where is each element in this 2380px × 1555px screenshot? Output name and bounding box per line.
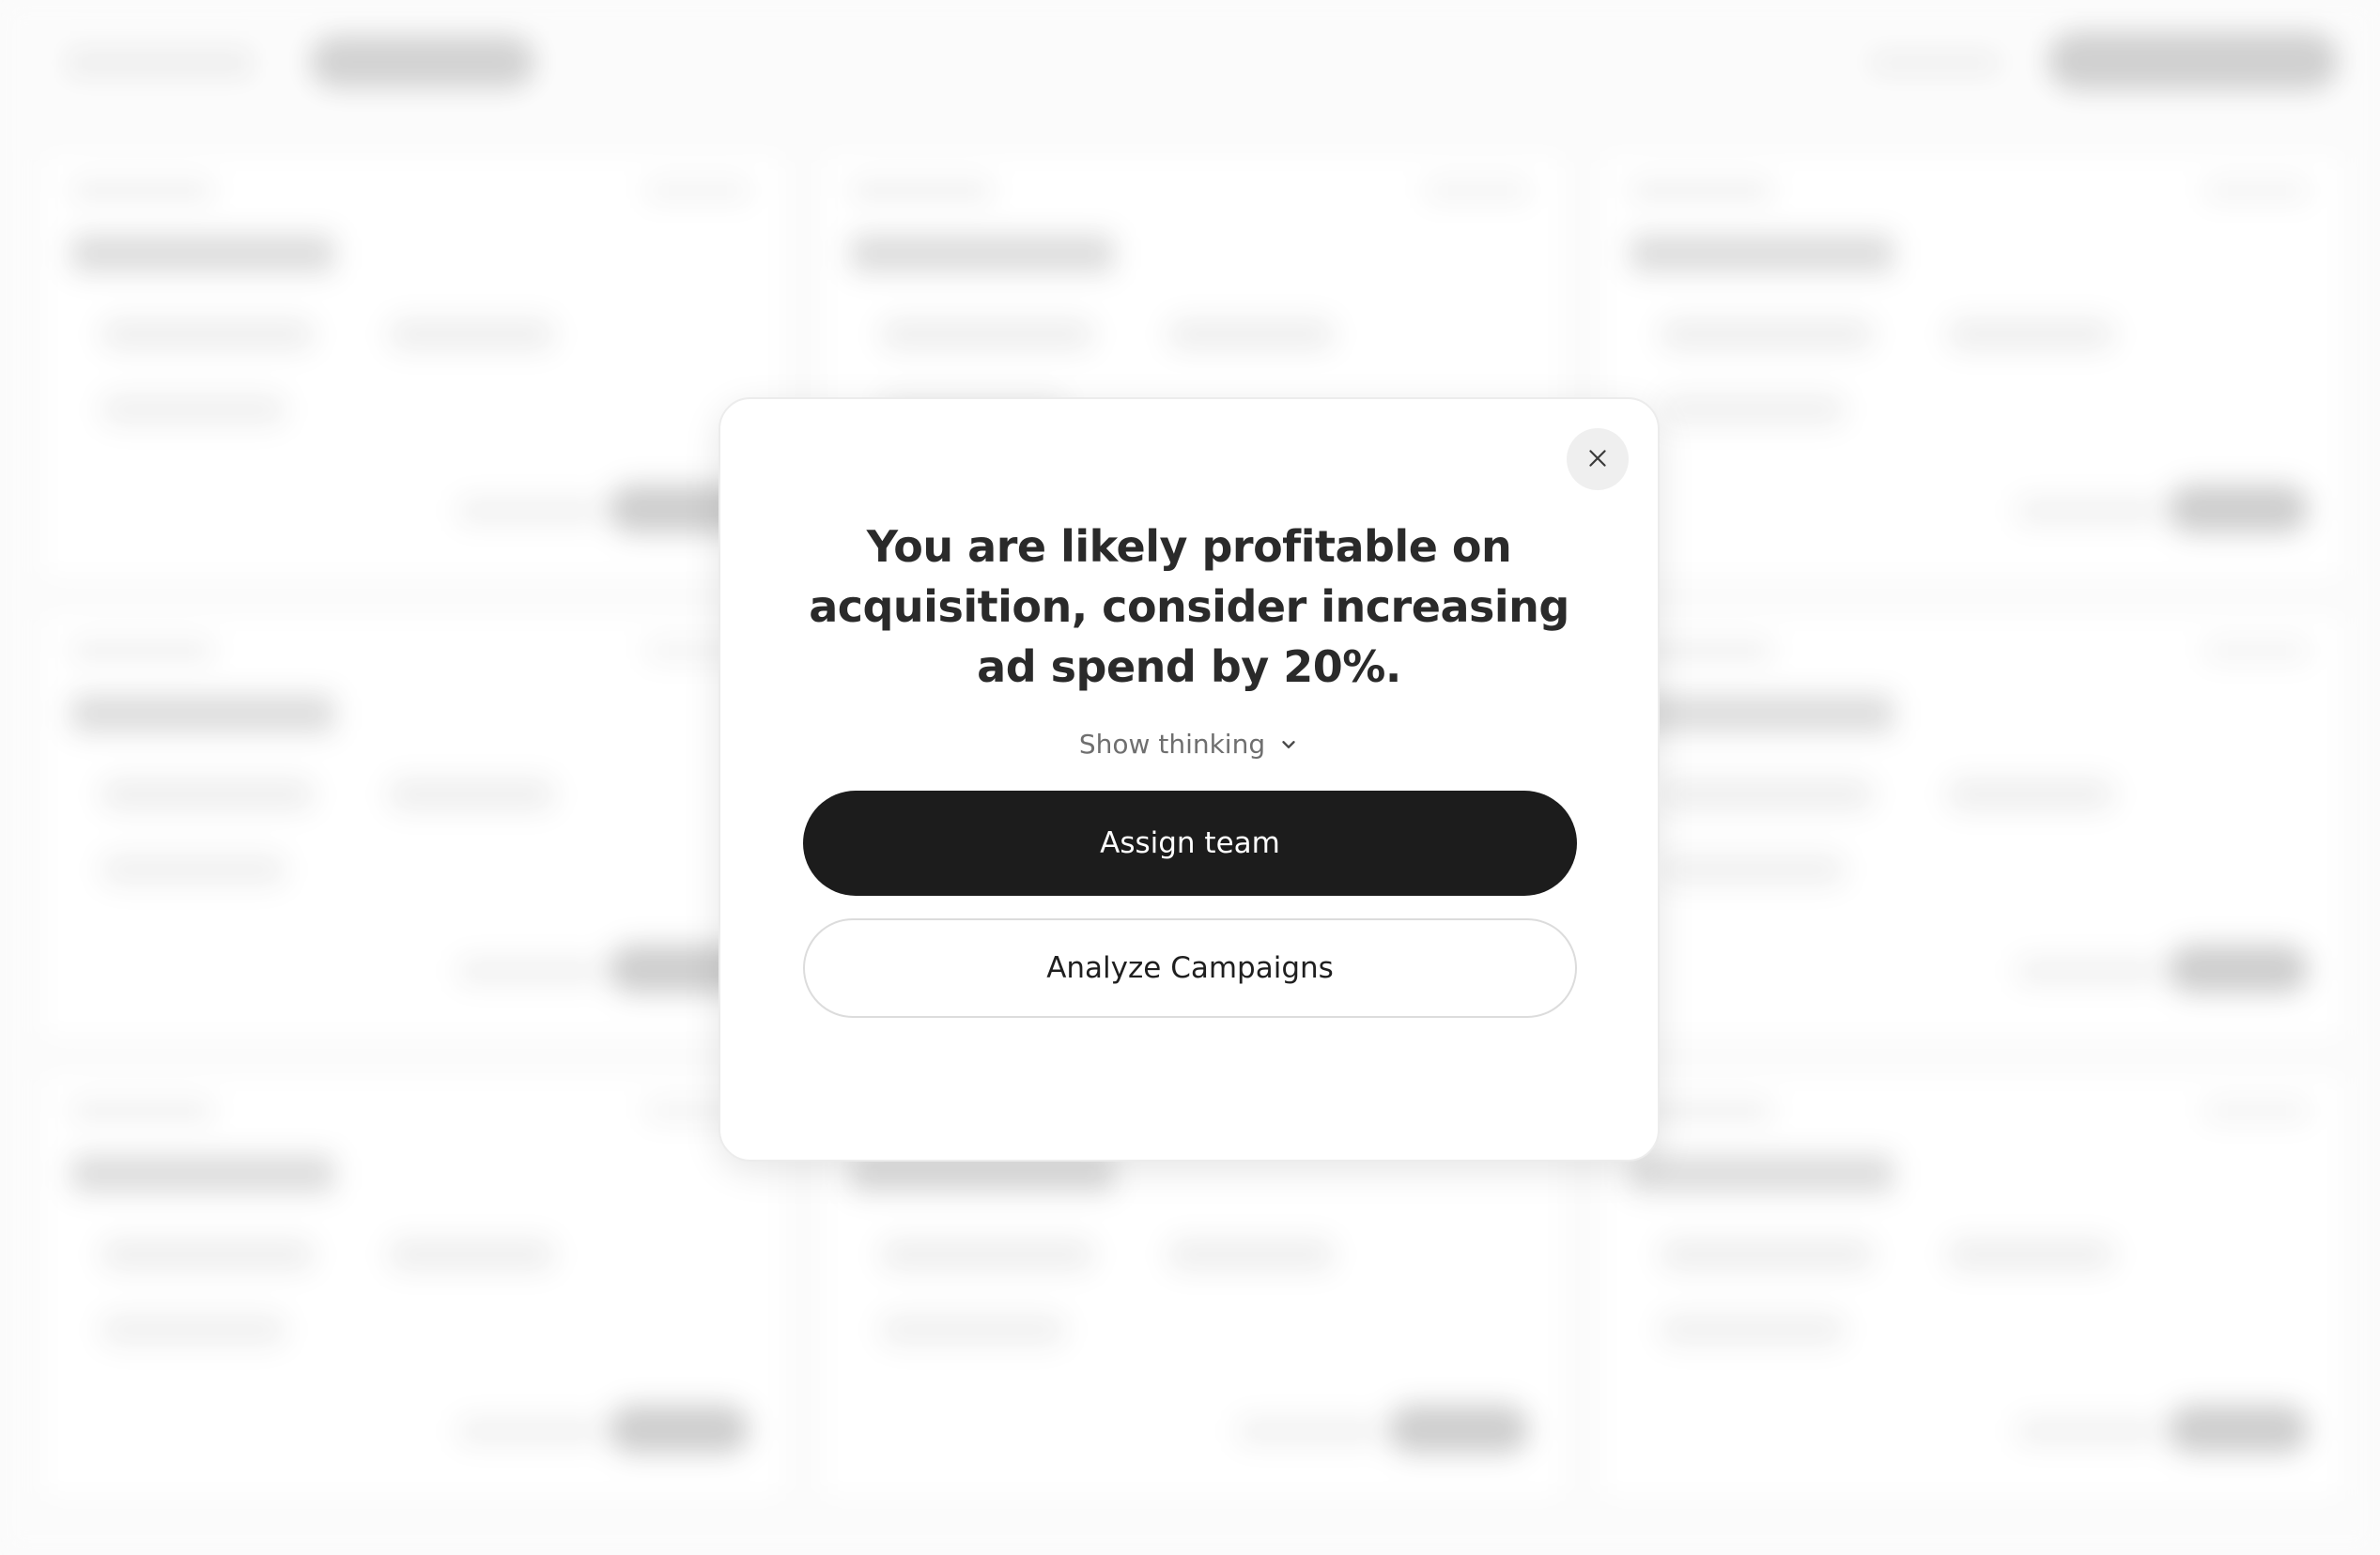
show-thinking-toggle[interactable]: Show thinking: [720, 728, 1658, 761]
close-button[interactable]: [1567, 428, 1629, 490]
close-icon: [1585, 446, 1610, 473]
recommendation-modal: You are likely profitable on acquisition…: [719, 397, 1660, 1162]
modal-title: You are likely profitable on acquisition…: [809, 521, 1569, 692]
chevron-down-icon: [1278, 734, 1299, 755]
assign-team-button[interactable]: Assign team: [803, 791, 1577, 896]
analyze-campaigns-button[interactable]: Analyze Campaigns: [803, 918, 1577, 1018]
show-thinking-label: Show thinking: [1078, 729, 1266, 760]
